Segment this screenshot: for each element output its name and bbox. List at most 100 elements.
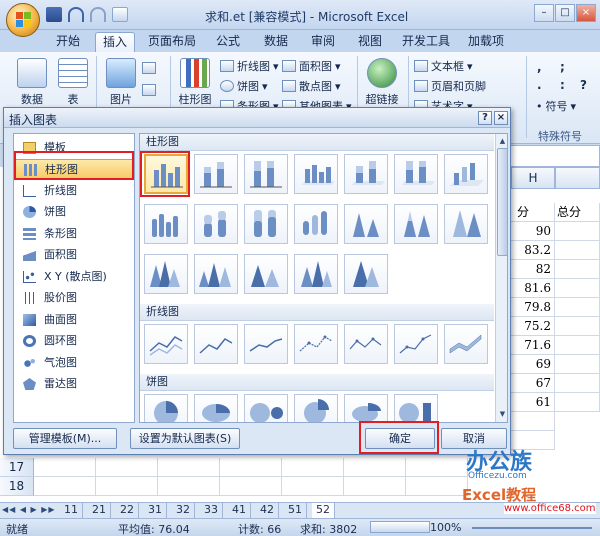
category-bubble[interactable]: 气泡图: [14, 353, 134, 374]
category-doughnut[interactable]: 圆环图: [14, 331, 134, 352]
tab-formulas[interactable]: 公式: [210, 32, 246, 52]
subtype-clustered-column[interactable]: [144, 154, 188, 194]
table-cell[interactable]: [96, 458, 158, 477]
row-header-18[interactable]: 18: [0, 477, 34, 496]
subtype-stacked-pyramid[interactable]: [194, 254, 238, 294]
subtype-3d-pyramid-alt[interactable]: [344, 254, 388, 294]
save-icon[interactable]: [46, 7, 62, 22]
pie-chart-button[interactable]: 饼图 ▾: [220, 78, 268, 94]
table-cell[interactable]: [555, 279, 600, 298]
table-cell[interactable]: [34, 477, 96, 496]
subtype-100-stacked-cone[interactable]: [444, 204, 488, 244]
subtype-exploded-3d-pie[interactable]: [344, 394, 388, 422]
ok-button[interactable]: 确定: [365, 428, 435, 449]
office-button[interactable]: [6, 3, 40, 37]
sheet-nav-icon[interactable]: ◀◀ ◀ ▶ ▶▶: [2, 505, 56, 514]
subtype-3d-pyramid[interactable]: [294, 254, 338, 294]
table-cell[interactable]: [555, 222, 600, 241]
subtype-bar-of-pie[interactable]: [394, 394, 438, 422]
table-cell[interactable]: 82: [511, 260, 555, 279]
customize-icon[interactable]: [112, 7, 128, 22]
picture-button[interactable]: 图片: [104, 58, 138, 107]
tab-page-layout[interactable]: 页面布局: [144, 32, 200, 52]
symbol-period[interactable]: .: [537, 78, 542, 92]
clipart-button[interactable]: [142, 62, 156, 74]
scroll-down-icon[interactable]: ▼: [497, 408, 507, 420]
table-cell[interactable]: [555, 298, 600, 317]
maximize-icon[interactable]: □: [555, 4, 575, 22]
tab-add-ins[interactable]: 加载项: [464, 32, 508, 52]
sheet-tab[interactable]: 22: [116, 503, 139, 518]
category-bar[interactable]: 条形图: [14, 224, 134, 245]
close-icon[interactable]: ×: [494, 111, 508, 125]
subtype-100-stacked-cylinder[interactable]: [244, 204, 288, 244]
tab-review[interactable]: 审阅: [305, 32, 341, 52]
area-chart-button[interactable]: 面积图 ▾: [282, 58, 341, 74]
table-cell[interactable]: 71.6: [511, 336, 555, 355]
hyperlink-button[interactable]: 超链接: [362, 58, 402, 107]
category-scatter[interactable]: X Y (散点图): [14, 267, 134, 288]
subtype-stacked-line[interactable]: [194, 324, 238, 364]
subtype-3d-clustered-column[interactable]: [294, 154, 338, 194]
symbol-colon[interactable]: :: [560, 78, 565, 92]
table-cell[interactable]: [158, 458, 220, 477]
subtype-clustered-cylinder[interactable]: [144, 204, 188, 244]
subtype-100-stacked-column[interactable]: [244, 154, 288, 194]
category-surface[interactable]: 曲面图: [14, 310, 134, 331]
subtype-3d-line[interactable]: [444, 324, 488, 364]
category-templates[interactable]: 模板: [14, 138, 134, 159]
view-buttons-icon[interactable]: [370, 521, 430, 533]
table-cell[interactable]: [555, 374, 600, 393]
table-cell[interactable]: 67: [511, 374, 555, 393]
subtype-line-with-markers[interactable]: [294, 324, 338, 364]
sheet-tab[interactable]: 42: [256, 503, 279, 518]
sheet-tab[interactable]: 51: [284, 503, 307, 518]
column-header-i[interactable]: [555, 167, 600, 189]
subtype-3d-100-stacked-column[interactable]: [394, 154, 438, 194]
subtype-3d-cylinder[interactable]: [294, 204, 338, 244]
subtype-line[interactable]: [144, 324, 188, 364]
cell-header-score[interactable]: 分: [511, 203, 555, 222]
scroll-up-icon[interactable]: ▲: [497, 135, 507, 147]
row-header-17[interactable]: 17: [0, 458, 34, 477]
subtype-100-stacked-pyramid[interactable]: [244, 254, 288, 294]
sheet-tab[interactable]: 33: [200, 503, 223, 518]
symbol-question[interactable]: ?: [580, 78, 587, 92]
subtype-stacked-column[interactable]: [194, 154, 238, 194]
table-cell[interactable]: [344, 458, 406, 477]
shapes-button[interactable]: [142, 84, 156, 96]
subtype-clustered-pyramid[interactable]: [144, 254, 188, 294]
tab-data[interactable]: 数据: [256, 32, 296, 52]
redo-icon[interactable]: [90, 7, 106, 22]
sheet-tab[interactable]: 41: [228, 503, 251, 518]
subtype-pie-of-pie[interactable]: [244, 394, 288, 422]
table-cell[interactable]: [555, 336, 600, 355]
table-cell[interactable]: [282, 477, 344, 496]
sheet-tab[interactable]: 31: [144, 503, 167, 518]
table-cell[interactable]: [555, 317, 600, 336]
table-cell[interactable]: 75.2: [511, 317, 555, 336]
category-line[interactable]: 折线图: [14, 181, 134, 202]
table-cell[interactable]: [96, 477, 158, 496]
subtype-100-stacked-line-markers[interactable]: [394, 324, 438, 364]
pivot-table-button[interactable]: 数据: [14, 58, 50, 107]
tab-home[interactable]: 开始: [50, 32, 86, 52]
subtype-exploded-pie[interactable]: [294, 394, 338, 422]
line-chart-button[interactable]: 折线图 ▾: [220, 58, 279, 74]
table-cell[interactable]: [406, 458, 468, 477]
table-cell[interactable]: 83.2: [511, 241, 555, 260]
table-cell[interactable]: 81.6: [511, 279, 555, 298]
undo-icon[interactable]: [68, 7, 84, 22]
subtype-pie[interactable]: [144, 394, 188, 422]
sheet-tab-active[interactable]: 52: [312, 503, 335, 518]
sheet-tab[interactable]: 21: [88, 503, 111, 518]
tab-view[interactable]: 视图: [352, 32, 388, 52]
scroll-thumb[interactable]: [497, 148, 507, 256]
table-cell[interactable]: [344, 477, 406, 496]
table-cell[interactable]: 79.8: [511, 298, 555, 317]
subtype-3d-pie[interactable]: [194, 394, 238, 422]
cell-header-total[interactable]: 总分: [555, 203, 600, 222]
column-header-h[interactable]: H: [511, 167, 555, 189]
table-cell[interactable]: [555, 241, 600, 260]
sheet-tab[interactable]: 32: [172, 503, 195, 518]
